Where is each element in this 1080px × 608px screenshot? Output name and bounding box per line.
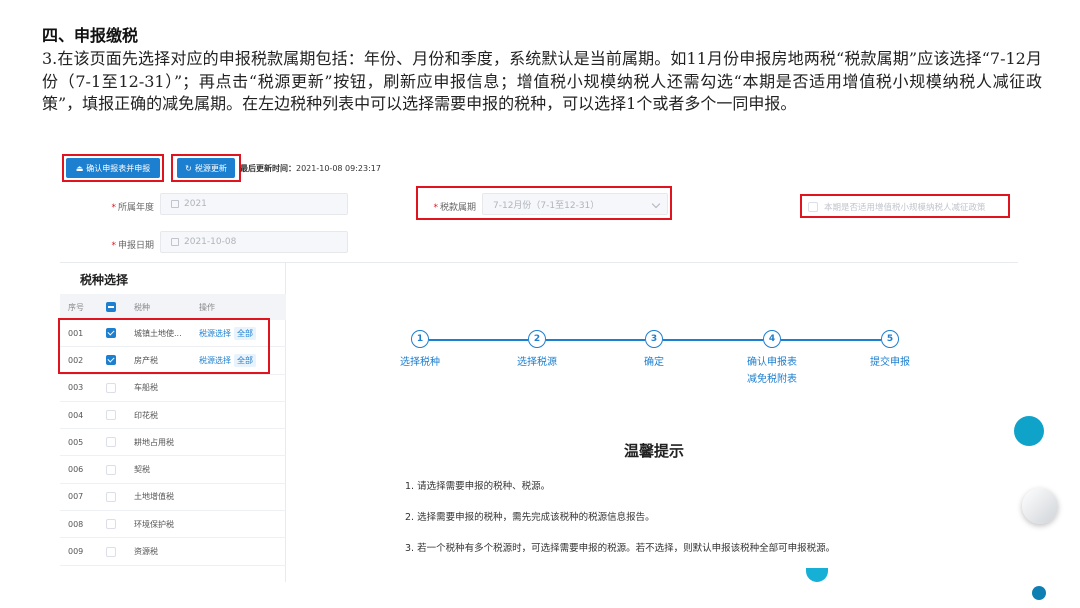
step-label: 确认申报表减免税附表 [727, 354, 817, 388]
table-row[interactable]: 004 印花税 [60, 402, 286, 430]
step-connector [663, 339, 763, 341]
step-number: 4 [763, 330, 781, 348]
row-tax-name: 车船税 [134, 383, 158, 393]
header-op: 操作 [199, 302, 215, 312]
table-row[interactable]: 007 土地增值税 [60, 484, 286, 512]
row-tax-name: 契税 [134, 465, 150, 475]
step-title: 选择税种 [400, 357, 440, 368]
tax-app-screenshot: ⏏ 确认申报表并申报 ↻ 税源更新 最后更新时间：2021-10-08 09:2… [58, 152, 1018, 588]
highlight-refresh [171, 154, 241, 182]
row-no: 007 [68, 492, 84, 502]
row-tax-name: 土地增值税 [134, 492, 174, 502]
row-checkbox[interactable] [106, 546, 116, 557]
table-row[interactable]: 006 契税 [60, 457, 286, 484]
highlight-policy [800, 194, 1010, 218]
doc-heading: 四、申报缴税 [42, 26, 139, 45]
header-no: 序号 [68, 302, 84, 312]
calendar-icon [171, 200, 179, 208]
table-header: 序号 税种 操作 [60, 294, 286, 320]
row-checkbox[interactable] [106, 491, 116, 502]
step-number: 3 [645, 330, 663, 348]
last-update-prefix: 最后更新时间： [240, 164, 296, 173]
row-no: 008 [68, 519, 84, 529]
row-no: 004 [68, 410, 84, 420]
last-update-time: 2021-10-08 09:23:17 [296, 164, 381, 173]
row-tax-name: 环境保护税 [134, 519, 174, 529]
row-no: 009 [68, 547, 84, 557]
year-field[interactable]: 2021 [160, 193, 348, 215]
row-checkbox[interactable] [106, 519, 116, 530]
step-connector [781, 339, 881, 341]
select-all-checkbox[interactable] [106, 302, 116, 312]
decor-circle-blue [1014, 416, 1044, 446]
table-row[interactable]: 008 环境保护税 [60, 511, 286, 539]
tax-selection-panel: 税种选择 序号 税种 操作 001 城镇土地使... 税源选择 全部 002 房产税 税源选… [60, 262, 286, 582]
row-no: 003 [68, 383, 84, 393]
progress-steps: 1 选择税种 2 选择税源 3 确定 4 确认申报表减免税附表 5 提交申报 [360, 330, 910, 390]
step-subtitle: 减免税附表 [747, 374, 797, 385]
step-connector [546, 339, 645, 341]
tip-line-2: 2. 选择需要申报的税种，需先完成该税种的税源信息报告。 [405, 512, 655, 523]
row-tax-name: 资源税 [134, 547, 158, 557]
step-number: 2 [528, 330, 546, 348]
step-label: 确定 [609, 354, 699, 371]
step-label: 选择税源 [492, 354, 582, 371]
tip-line-3: 3. 若一个税种有多个税源时，可选择需要申报的税源。若不选择，则默认申报该税种全… [405, 543, 836, 554]
step-title: 提交申报 [870, 357, 910, 368]
highlight-confirm [62, 154, 164, 182]
decor-circle-gray [1022, 488, 1058, 524]
row-no: 005 [68, 437, 84, 447]
highlight-period [416, 186, 672, 220]
date-label: * 申报日期 [111, 241, 154, 251]
step-label: 选择税种 [375, 354, 465, 371]
calendar-icon [171, 238, 179, 246]
row-no: 006 [68, 465, 84, 475]
date-value: 2021-10-08 [184, 237, 237, 247]
year-label: * 所属年度 [111, 203, 154, 213]
year-value: 2021 [184, 199, 207, 209]
table-row[interactable]: 005 耕地占用税 [60, 429, 286, 457]
step-label: 提交申报 [845, 354, 935, 371]
row-checkbox[interactable] [106, 382, 116, 393]
row-checkbox[interactable] [106, 410, 116, 421]
last-update-info: 最后更新时间：2021-10-08 09:23:17 [240, 163, 381, 174]
row-tax-name: 印花税 [134, 410, 158, 420]
header-name: 税种 [134, 302, 150, 312]
step-title: 选择税源 [517, 357, 557, 368]
highlight-rows [58, 318, 270, 374]
step-connector [429, 339, 528, 341]
tip-line-1: 1. 请选择需要申报的税种、税源。 [405, 481, 551, 492]
table-row[interactable]: 009 资源税 [60, 538, 286, 566]
row-checkbox[interactable] [106, 464, 116, 475]
decor-circle-small [1032, 586, 1046, 600]
row-tax-name: 耕地占用税 [134, 437, 174, 447]
doc-paragraph: 3.在该页面先选择对应的申报税款属期包括：年份、月份和季度，系统默认是当前属期。… [42, 49, 1042, 113]
tips-title: 温馨提示 [624, 442, 685, 460]
date-field[interactable]: 2021-10-08 [160, 231, 348, 253]
step-title: 确定 [644, 357, 664, 368]
step-number: 1 [411, 330, 429, 348]
row-checkbox[interactable] [106, 437, 116, 448]
step-number: 5 [881, 330, 899, 348]
step-title: 确认申报表 [747, 357, 797, 368]
panel-title: 税种选择 [80, 273, 129, 287]
table-row[interactable]: 003 车船税 [60, 375, 286, 402]
